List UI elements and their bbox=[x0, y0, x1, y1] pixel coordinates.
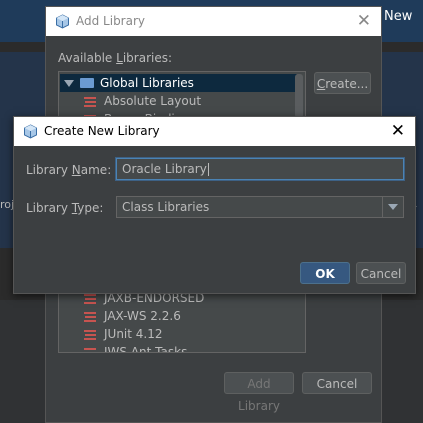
tree-scrollbar[interactable] bbox=[295, 74, 303, 118]
library-type-select[interactable]: Class Libraries bbox=[116, 196, 404, 218]
list-item[interactable]: JAX-WS 2.2.6 bbox=[83, 307, 181, 325]
close-icon[interactable]: ✕ bbox=[357, 11, 371, 31]
list-item-label: JAX-WS 2.2.6 bbox=[104, 309, 181, 323]
add-library-button[interactable]: Add Library bbox=[224, 372, 294, 413]
libraries-tree-lower[interactable]: JAXB-ENDORSED JAX-WS 2.2.6 JUnit 4.12 JW… bbox=[58, 287, 306, 353]
add-library-titlebar: Add Library ✕ bbox=[46, 7, 381, 36]
ok-button[interactable]: OK bbox=[300, 262, 350, 284]
list-item[interactable]: JUnit 4.12 bbox=[83, 325, 163, 343]
tree-node-label: Global Libraries bbox=[100, 76, 194, 90]
netbeans-cube-icon bbox=[24, 124, 37, 139]
list-item-label: JWS Ant Tasks bbox=[104, 345, 188, 353]
library-name-input[interactable]: Oracle Library bbox=[116, 158, 404, 180]
netbeans-cube-icon bbox=[56, 14, 69, 29]
tree-node-global-libraries[interactable]: Global Libraries bbox=[60, 74, 297, 92]
create-button[interactable]: Create... bbox=[314, 72, 371, 94]
list-item-label: Absolute Layout bbox=[104, 94, 202, 108]
list-item[interactable]: Absolute Layout bbox=[83, 92, 201, 110]
create-new-library-dialog: Create New Library ✕ Library Name: Oracl… bbox=[13, 116, 416, 294]
text-cursor bbox=[207, 163, 209, 176]
add-library-title: Add Library bbox=[76, 14, 146, 28]
create-library-titlebar: Create New Library ✕ bbox=[14, 117, 415, 146]
library-icon bbox=[84, 347, 96, 352]
chevron-down-icon[interactable] bbox=[382, 197, 403, 217]
background-project-text: roj bbox=[0, 198, 15, 211]
new-project-link[interactable]: New bbox=[384, 9, 412, 24]
cancel-button[interactable]: Cancel bbox=[356, 262, 406, 284]
cancel-button[interactable]: Cancel bbox=[302, 372, 372, 394]
list-item[interactable]: JWS Ant Tasks bbox=[83, 343, 188, 353]
library-name-value: Oracle Library bbox=[122, 162, 207, 176]
available-libraries-label: Available Libraries: bbox=[58, 51, 173, 65]
chevron-down-icon[interactable] bbox=[64, 80, 74, 87]
close-icon[interactable]: ✕ bbox=[391, 121, 405, 141]
library-icon bbox=[84, 311, 96, 322]
folder-icon bbox=[80, 77, 94, 88]
library-icon bbox=[84, 329, 96, 340]
create-library-title: Create New Library bbox=[44, 124, 160, 138]
list-item-label: JUnit 4.12 bbox=[104, 327, 163, 341]
library-name-label: Library Name: bbox=[26, 163, 112, 177]
library-type-label: Library Type: bbox=[26, 201, 104, 215]
library-icon bbox=[84, 96, 96, 107]
library-icon bbox=[84, 293, 96, 304]
library-type-value: Class Libraries bbox=[122, 200, 210, 214]
